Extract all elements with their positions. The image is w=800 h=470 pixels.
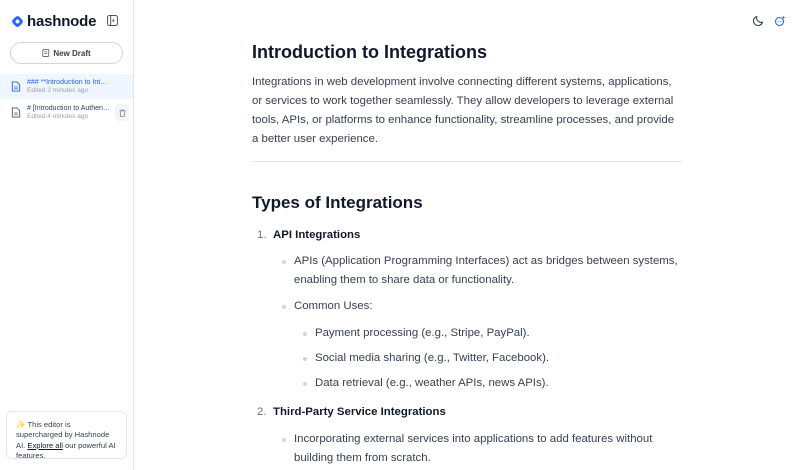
document-icon	[11, 107, 21, 118]
list-item-text: Common Uses:	[294, 300, 373, 312]
explore-ai-features-link[interactable]: Explore all	[27, 441, 62, 450]
article-intro[interactable]: Integrations in web development involve …	[252, 73, 682, 149]
list-item[interactable]: APIs (Application Programming Interfaces…	[282, 252, 682, 290]
bullet-dot	[303, 332, 307, 336]
draft-item[interactable]: # [Introduction to Authentication] Edite…	[0, 100, 133, 125]
list-item[interactable]: Incorporating external services into app…	[282, 430, 682, 468]
draft-timestamp: Edited 2 minutes ago	[27, 87, 89, 94]
bullet-dot	[303, 357, 307, 361]
draft-item-active[interactable]: ### **Introduction to Integrations** Edi…	[0, 74, 133, 99]
document-icon	[11, 81, 21, 92]
list-item-heading: Third-Party Service Integrations	[273, 406, 446, 418]
list-number: 1.	[257, 229, 267, 241]
ai-promo-note: ✨ This editor is supercharged by Hashnod…	[6, 411, 127, 460]
collapse-sidebar-icon[interactable]	[107, 15, 118, 26]
sidebar: hashnode New Draft ### **Introduction to…	[0, 0, 134, 470]
list-item[interactable]: Social media sharing (e.g., Twitter, Fac…	[303, 349, 682, 368]
new-draft-button[interactable]: New Draft	[10, 42, 123, 64]
draft-timestamp: Edited 4 minutes ago	[27, 113, 89, 120]
section-heading[interactable]: Types of Integrations	[252, 192, 423, 214]
bullet-dot	[282, 438, 286, 442]
list-item[interactable]: Common Uses:	[282, 297, 682, 316]
article-content: Introduction to Integrations Integration…	[252, 40, 682, 464]
list-item[interactable]: Data retrieval (e.g., weather APIs, news…	[303, 374, 682, 393]
list-item-text: Incorporating external services into app…	[294, 433, 653, 464]
moon-icon[interactable]	[752, 15, 764, 27]
list-item-text: Data retrieval (e.g., weather APIs, news…	[315, 377, 549, 389]
draft-title: # [Introduction to Authentication]	[27, 105, 111, 112]
brand-name: hashnode	[27, 12, 97, 30]
sparkle-emoji: ✨	[16, 420, 26, 429]
bullet-dot	[282, 260, 286, 264]
new-draft-label: New Draft	[53, 48, 91, 58]
hashnode-logo-icon	[12, 15, 23, 27]
article-title[interactable]: Introduction to Integrations	[252, 40, 682, 64]
draft-title: ### **Introduction to Integrations**	[27, 79, 111, 86]
horizontal-rule	[252, 161, 682, 162]
list-number: 2.	[257, 406, 267, 418]
bullet-dot	[303, 382, 307, 386]
brand-logo[interactable]: hashnode	[11, 12, 96, 30]
trash-icon	[118, 109, 126, 117]
list-item-text: Social media sharing (e.g., Twitter, Fac…	[315, 352, 550, 364]
ai-sparkle-icon[interactable]	[774, 15, 786, 27]
bullet-dot	[282, 305, 286, 309]
list-item-heading: API Integrations	[273, 229, 361, 241]
list-item-text: APIs (Application Programming Interfaces…	[294, 255, 678, 286]
delete-draft-button[interactable]	[115, 104, 129, 121]
list-item-text: Payment processing (e.g., Stripe, PayPal…	[315, 327, 530, 339]
list-item[interactable]: Payment processing (e.g., Stripe, PayPal…	[303, 324, 682, 343]
new-draft-icon	[42, 49, 50, 57]
